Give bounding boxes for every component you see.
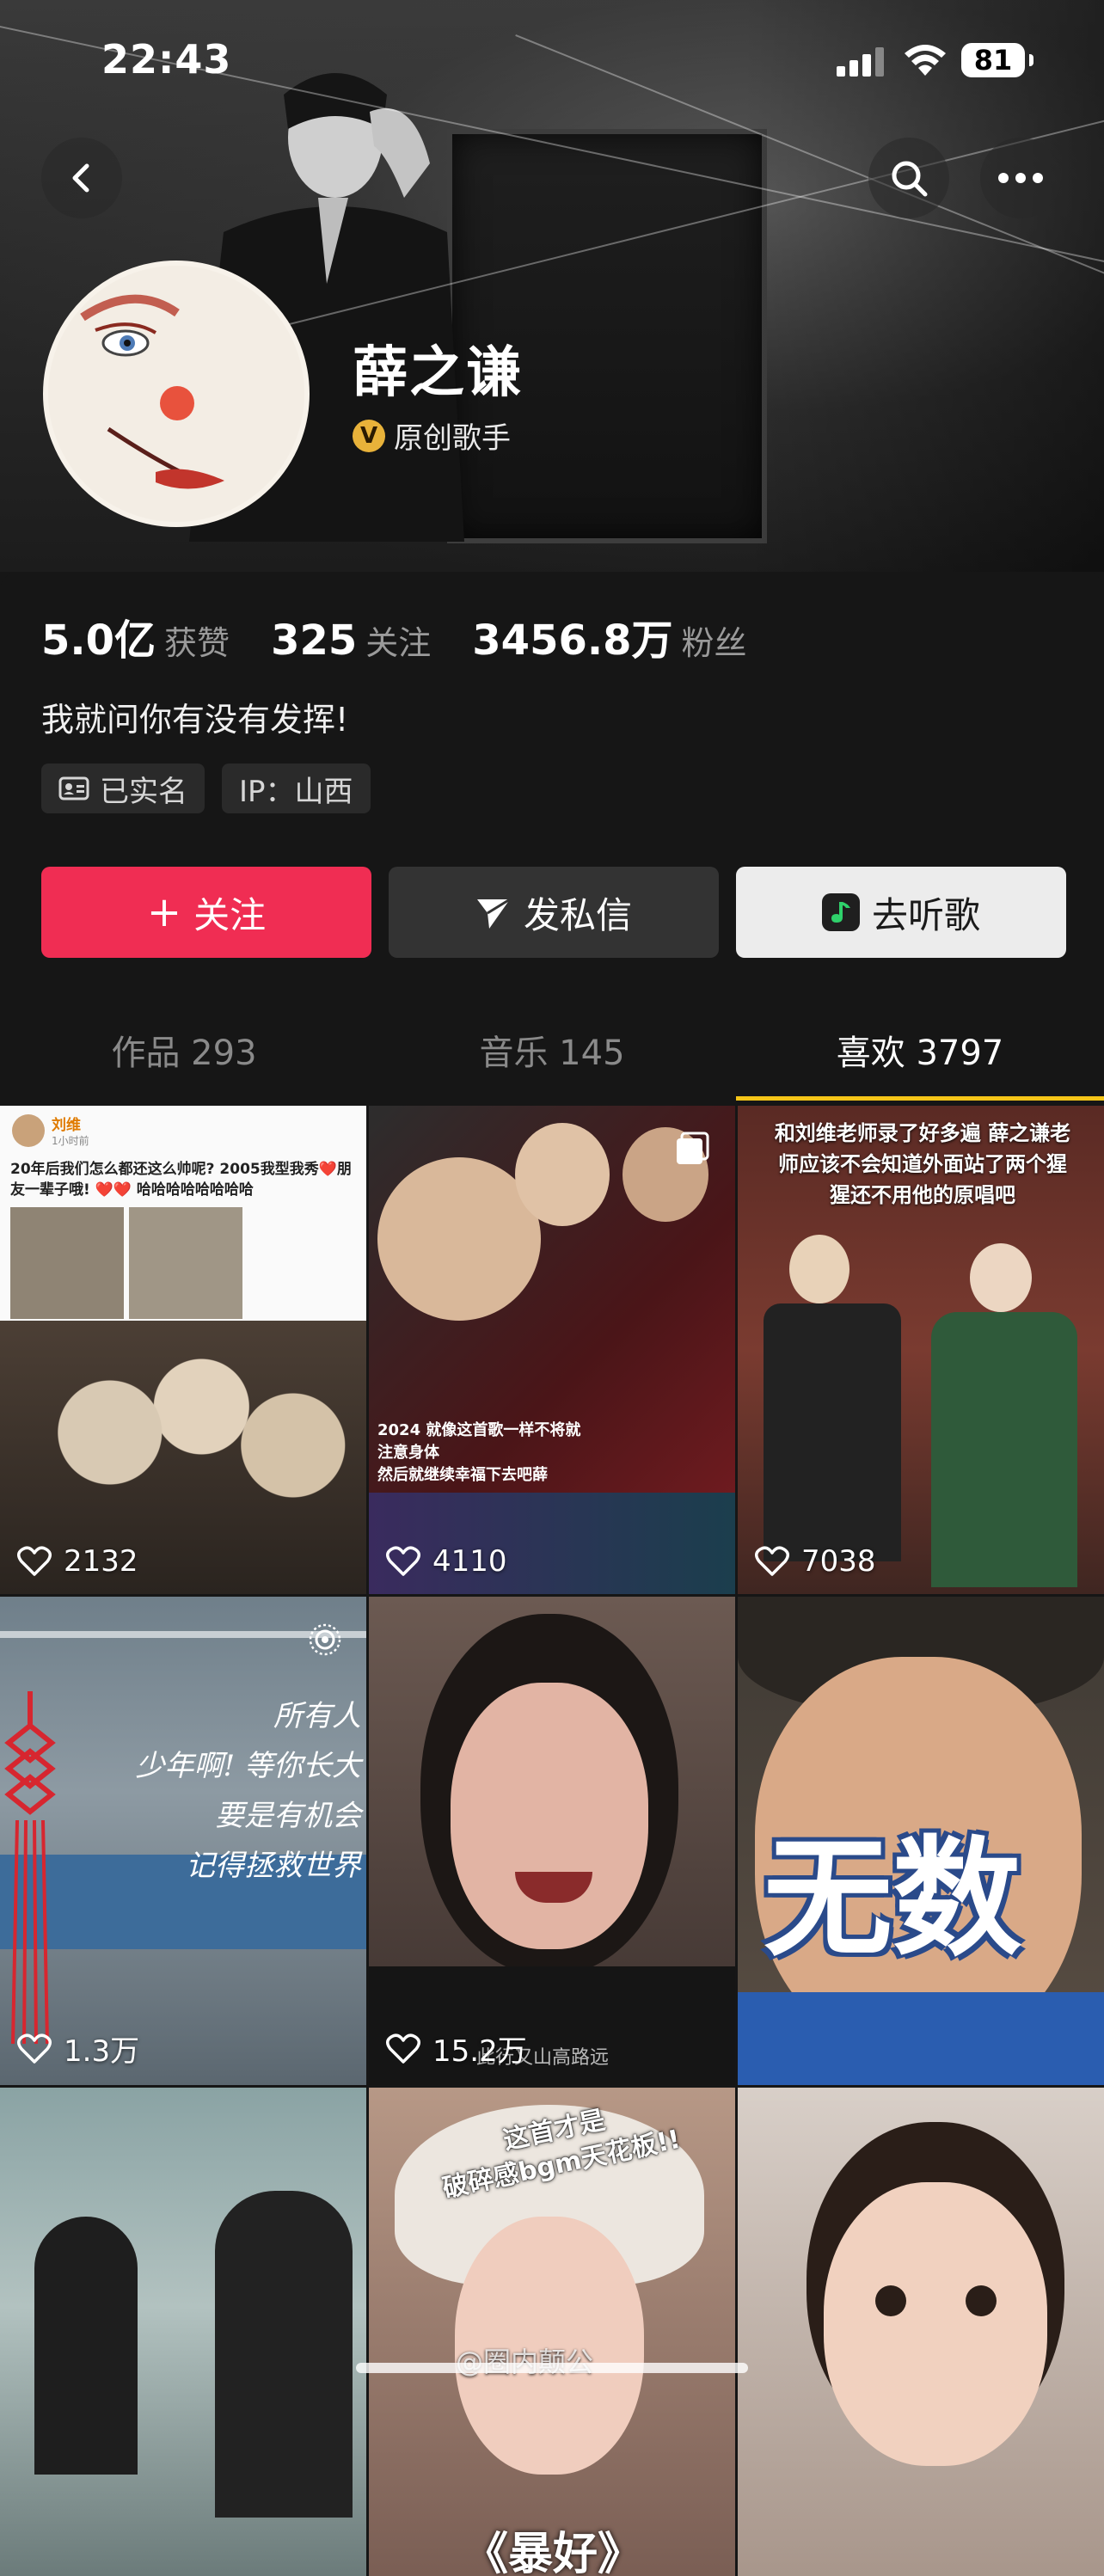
video-likes: 4110: [386, 1544, 507, 1579]
music-app-icon: [821, 893, 860, 931]
followers-label[interactable]: 粉丝: [682, 616, 747, 664]
video-caption: 和刘维老师录了好多遍 薛之谦老师应该不会知道外面站了两个猩猩还不用他的原唱吧: [774, 1121, 1071, 1207]
plus-icon: +: [146, 888, 182, 936]
chinese-knot-ornament: [4, 1691, 56, 2045]
video-thumbnail[interactable]: 无数: [738, 1597, 1104, 2085]
more-button[interactable]: [980, 138, 1061, 218]
back-button[interactable]: [41, 138, 122, 218]
post-time: 1小时前: [52, 1135, 89, 1147]
multi-image-icon: [677, 1132, 709, 1164]
tab-likes[interactable]: 喜欢 3797: [736, 1015, 1104, 1101]
video-thumbnail[interactable]: [0, 2088, 366, 2576]
profile-actions: + 关注 发私信 去听歌: [41, 867, 1066, 958]
search-icon: [892, 161, 928, 197]
heart-icon: [17, 1546, 52, 1576]
id-card-icon: [58, 776, 89, 800]
video-caption: 无数: [764, 1825, 1022, 1974]
verified-badge-icon: V: [353, 419, 385, 452]
ip-location-label: IP：山西: [239, 774, 353, 809]
watermark-text: @圈内颠公: [456, 2346, 594, 2378]
heart-icon: [17, 2033, 52, 2064]
status-time: 22:43: [101, 36, 232, 83]
status-bar: 22:43 81: [0, 0, 1104, 120]
video-thumbnail[interactable]: 这首才是 破碎感bgm天花板!! 《暴好》: [369, 2088, 735, 2576]
likes-count: 5.0亿: [41, 616, 156, 665]
likes-label: 获赞: [164, 624, 230, 662]
home-indicator[interactable]: [356, 2363, 748, 2373]
video-thumbnail[interactable]: 刘维 1小时前 20年后我们怎么都还这么帅呢? 2005我型我秀❤️朋友一辈子哦…: [0, 1106, 366, 1594]
follow-button[interactable]: + 关注: [41, 867, 371, 958]
post-text: 20年后我们怎么都还这么帅呢? 2005我型我秀❤️朋友一辈子哦! ❤️❤️ 哈…: [10, 1161, 352, 1199]
live-photo-icon: [309, 1623, 341, 1656]
post-user: 刘维: [52, 1117, 81, 1134]
video-thumbnail[interactable]: 此行又山高路远 15.2万: [369, 1597, 735, 2085]
video-thumbnail[interactable]: 所有人 少年啊! 等你长大 要是有机会 记得拯救世界 1.3万: [0, 1597, 366, 2085]
listen-music-button[interactable]: 去听歌: [736, 867, 1066, 958]
video-likes: 7038: [755, 1544, 876, 1579]
cellular-signal-icon: [837, 47, 884, 77]
heart-icon: [386, 2033, 420, 2064]
real-name-label: 已实名: [100, 774, 187, 809]
video-subtitle: 《暴好》: [463, 2528, 643, 2576]
profile-bio: 我就问你有没有发挥!: [41, 701, 349, 739]
tab-music[interactable]: 音乐 145: [368, 1015, 736, 1101]
followers-count[interactable]: 3456.8万: [472, 606, 672, 666]
heart-icon: [755, 1546, 789, 1576]
video-thumbnail[interactable]: 和刘维老师录了好多遍 薛之谦老师应该不会知道外面站了两个猩猩还不用他的原唱吧 7…: [738, 1106, 1104, 1594]
profile-tabs: 作品 293 音乐 145 喜欢 3797: [0, 1015, 1104, 1101]
video-thumbnail[interactable]: [738, 2088, 1104, 2576]
real-name-tag: 已实名: [41, 764, 205, 813]
avatar-face-painting: [80, 294, 224, 489]
following-count[interactable]: 325: [271, 616, 357, 665]
ip-location-tag: IP：山西: [222, 764, 371, 813]
video-likes: 1.3万: [17, 2027, 139, 2070]
verification-label: V 原创歌手: [353, 414, 511, 457]
video-caption: 所有人 少年啊! 等你长大 要是有机会 记得拯救世界: [135, 1699, 361, 1883]
follow-label: 关注: [193, 893, 267, 936]
send-message-label: 发私信: [523, 893, 632, 936]
tab-works[interactable]: 作品 293: [0, 1015, 368, 1101]
following-label[interactable]: 关注: [365, 616, 431, 664]
send-message-button[interactable]: 发私信: [389, 867, 719, 958]
listen-music-label: 去听歌: [871, 893, 980, 936]
search-button[interactable]: [868, 138, 949, 218]
post-avatar: [12, 1114, 45, 1147]
paper-plane-icon: [476, 898, 511, 929]
profile-stats: 5.0亿 获赞 325 关注 3456.8万 粉丝: [41, 606, 788, 666]
video-thumbnail[interactable]: 2024 就像这首歌一样不将就 注意身体 然后就继续幸福下去吧薛 4110: [369, 1106, 735, 1594]
video-likes: 15.2万: [386, 2027, 527, 2070]
profile-name: 薛之谦: [353, 341, 523, 405]
battery-indicator: 81: [961, 43, 1033, 77]
more-dots-icon: [998, 173, 1043, 183]
avatar[interactable]: [43, 261, 310, 527]
video-caption: 2024 就像这首歌一样不将就 注意身体 然后就继续幸福下去吧薛: [377, 1421, 581, 1484]
profile-tags: 已实名 IP：山西: [41, 764, 371, 813]
video-likes: 2132: [17, 1544, 138, 1579]
chevron-left-icon: [72, 163, 89, 193]
wifi-icon: [905, 45, 946, 76]
heart-icon: [386, 1546, 420, 1576]
verified-title: 原创歌手: [394, 421, 511, 456]
